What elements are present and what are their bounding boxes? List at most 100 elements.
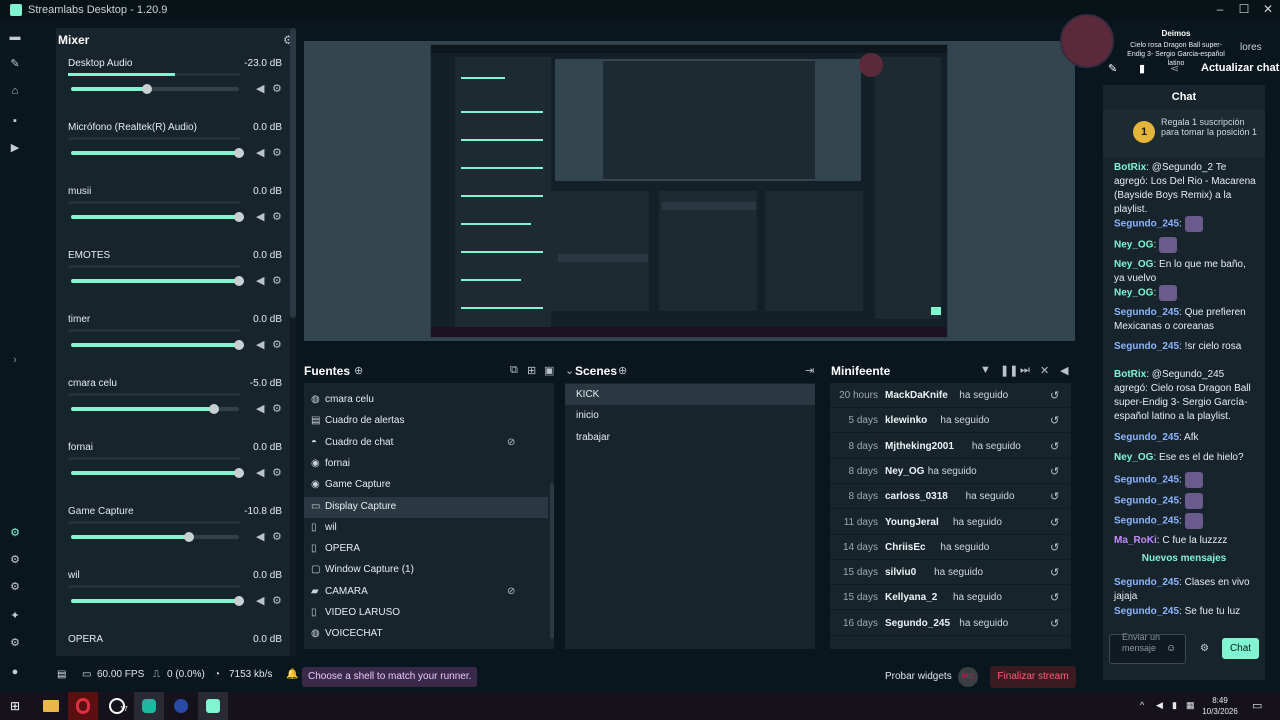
minifeed-user[interactable]: Mjtheking2001 xyxy=(885,441,954,452)
repeat-alert-icon[interactable]: ↺ xyxy=(1050,566,1059,579)
store-icon[interactable]: ⌂ xyxy=(9,85,21,97)
scene-item[interactable]: inicio xyxy=(565,405,815,426)
chat-username[interactable]: BotRix xyxy=(1114,369,1146,380)
volume-slider[interactable] xyxy=(71,276,244,286)
volume-slider[interactable] xyxy=(71,148,244,158)
source-item[interactable]: ◉ fornai xyxy=(304,454,548,475)
repeat-alert-icon[interactable]: ↺ xyxy=(1050,516,1059,529)
pause-icon[interactable]: ❚❚ xyxy=(1000,364,1018,377)
chat-username[interactable]: Ma_RoKi xyxy=(1114,535,1157,546)
hidden-eye-icon[interactable]: ⊘ xyxy=(507,437,515,448)
minifeed-user[interactable]: Kellyana_2 xyxy=(885,592,937,603)
channel-settings-icon[interactable]: ⚙ xyxy=(272,274,282,287)
chat-username[interactable]: Segundo_245 xyxy=(1114,577,1179,588)
source-item[interactable]: ▭ Display Capture xyxy=(304,496,548,518)
volume-slider-handle[interactable] xyxy=(234,148,244,158)
minifeed-user[interactable]: YoungJeral xyxy=(885,517,939,528)
chat-username[interactable]: Ney_OG xyxy=(1114,288,1153,299)
discord-icon[interactable] xyxy=(134,692,164,720)
chat-username[interactable]: Segundo_245 xyxy=(1114,307,1179,318)
channel-settings-icon[interactable]: ⚙ xyxy=(272,594,282,607)
popout-icon[interactable]: ▮ xyxy=(1139,62,1145,75)
end-stream-button[interactable]: Finalizar stream xyxy=(990,666,1076,688)
emote-picker-icon[interactable]: ☺ xyxy=(1166,643,1176,654)
scene-transition-icon[interactable]: ⇥ xyxy=(805,364,814,377)
new-messages-divider[interactable]: Nuevos mensajes xyxy=(1103,553,1265,567)
chat-username[interactable]: Segundo_245 xyxy=(1114,432,1179,443)
volume-slider[interactable] xyxy=(71,84,239,94)
chat-username[interactable]: Ney_OG xyxy=(1114,259,1153,270)
notification-message[interactable]: Choose a shell to match your runner. xyxy=(302,667,478,687)
channel-settings-icon[interactable]: ⚙ xyxy=(272,146,282,159)
skip-icon[interactable]: ⏭ xyxy=(1020,364,1030,377)
channel-settings-icon[interactable]: ⚙ xyxy=(272,82,282,95)
volume-slider-handle[interactable] xyxy=(234,276,244,286)
channel-settings-icon[interactable]: ⚙ xyxy=(272,530,282,543)
gift-sub-banner[interactable]: 1 Regala 1 suscripción para tomar la pos… xyxy=(1103,109,1265,157)
minifeed-user[interactable]: Segundo_245 xyxy=(885,618,950,629)
minifeed-user[interactable]: ChriisEc xyxy=(885,542,926,553)
group-icon[interactable]: ⊞ xyxy=(527,364,536,377)
scene-item[interactable]: trabajar xyxy=(565,427,815,448)
volume-tray-icon[interactable]: ◀ xyxy=(1156,700,1163,711)
channel-settings-icon[interactable]: ⚙ xyxy=(272,338,282,351)
speaker-icon[interactable]: ◀ xyxy=(256,402,264,415)
studio-mode-icon[interactable]: ⚙ xyxy=(9,527,21,539)
tools-icon[interactable]: ⚙ xyxy=(9,581,21,593)
folder-add-icon[interactable]: ▣ xyxy=(544,364,554,377)
source-item[interactable]: ▯ VIDEO LARUSO xyxy=(304,603,548,624)
chat-username[interactable]: Segundo_245 xyxy=(1114,219,1179,230)
source-item[interactable]: ▰ CAMARA ⊘ xyxy=(304,582,548,603)
source-item[interactable]: ◍ VOICECHAT xyxy=(304,624,548,645)
volume-slider[interactable] xyxy=(71,532,239,542)
chat-username[interactable]: Segundo_245 xyxy=(1114,475,1179,486)
whatsapp-icon[interactable]: 17 xyxy=(102,692,132,720)
settings-alt-icon[interactable]: ⚙ xyxy=(9,554,21,566)
speaker-icon[interactable]: ◀ xyxy=(256,82,264,95)
windows-start-icon[interactable]: ⊞ xyxy=(10,699,20,713)
source-item[interactable]: ◍ cmara celu xyxy=(304,390,548,411)
file-explorer-icon[interactable] xyxy=(36,692,66,720)
tray-chevron-icon[interactable]: ^ xyxy=(1140,700,1144,710)
send-chat-button[interactable]: Chat xyxy=(1222,638,1259,659)
themes-icon[interactable]: ✎ xyxy=(9,58,21,70)
source-item[interactable]: ◓ Cuadro de chat ⊘ xyxy=(304,433,548,454)
chat-username[interactable]: Ney_OG xyxy=(1114,240,1153,251)
performance-icon[interactable]: ▤ xyxy=(57,669,66,680)
chat-username[interactable]: Segundo_245 xyxy=(1114,516,1179,527)
gear-icon[interactable]: ⚙ xyxy=(9,637,21,649)
minifeed-user[interactable]: klewinko xyxy=(885,415,927,426)
minifeed-user[interactable]: MackDaKnife xyxy=(885,390,948,401)
speaker-icon[interactable]: ◀ xyxy=(256,594,264,607)
user-icon[interactable]: ● xyxy=(9,666,21,678)
channel-settings-icon[interactable]: ⚙ xyxy=(272,466,282,479)
share-icon[interactable]: ⋖ xyxy=(1170,62,1179,75)
channel-settings-icon[interactable]: ⚙ xyxy=(272,210,282,223)
filter-icon[interactable]: ▼ xyxy=(980,364,991,376)
volume-slider-handle[interactable] xyxy=(141,84,152,94)
volume-slider-handle[interactable] xyxy=(234,468,244,478)
speaker-icon[interactable]: ◀ xyxy=(256,338,264,351)
volume-slider[interactable] xyxy=(71,404,239,414)
mixer-scrollbar[interactable] xyxy=(290,28,296,656)
volume-slider-handle[interactable] xyxy=(234,596,244,606)
repeat-alert-icon[interactable]: ↺ xyxy=(1050,414,1059,427)
volume-slider[interactable] xyxy=(71,468,244,478)
editor-icon[interactable]: ▬ xyxy=(9,31,21,43)
edge-icon[interactable] xyxy=(166,692,196,720)
channel-settings-icon[interactable]: ⚙ xyxy=(272,402,282,415)
speaker-icon[interactable]: ◀ xyxy=(256,146,264,159)
taskbar-clock[interactable]: 8:49 10/3/2026 xyxy=(1198,695,1242,717)
speaker-icon[interactable]: ◀ xyxy=(256,466,264,479)
volume-slider[interactable] xyxy=(71,212,244,222)
repeat-alert-icon[interactable]: ↺ xyxy=(1050,389,1059,402)
minifeed-user[interactable]: Ney_OG xyxy=(885,466,924,477)
volume-slider-handle[interactable] xyxy=(234,212,244,222)
stream-preview[interactable] xyxy=(304,41,1075,341)
volume-slider[interactable] xyxy=(71,596,244,606)
hidden-eye-icon[interactable]: ⊘ xyxy=(507,586,515,597)
minifeed-user[interactable]: carloss_0318 xyxy=(885,491,948,502)
notifications-icon[interactable]: ▭ xyxy=(1252,699,1262,712)
source-item[interactable]: ▯ wil xyxy=(304,518,548,539)
add-scene-icon[interactable]: ⊕ xyxy=(618,364,627,377)
